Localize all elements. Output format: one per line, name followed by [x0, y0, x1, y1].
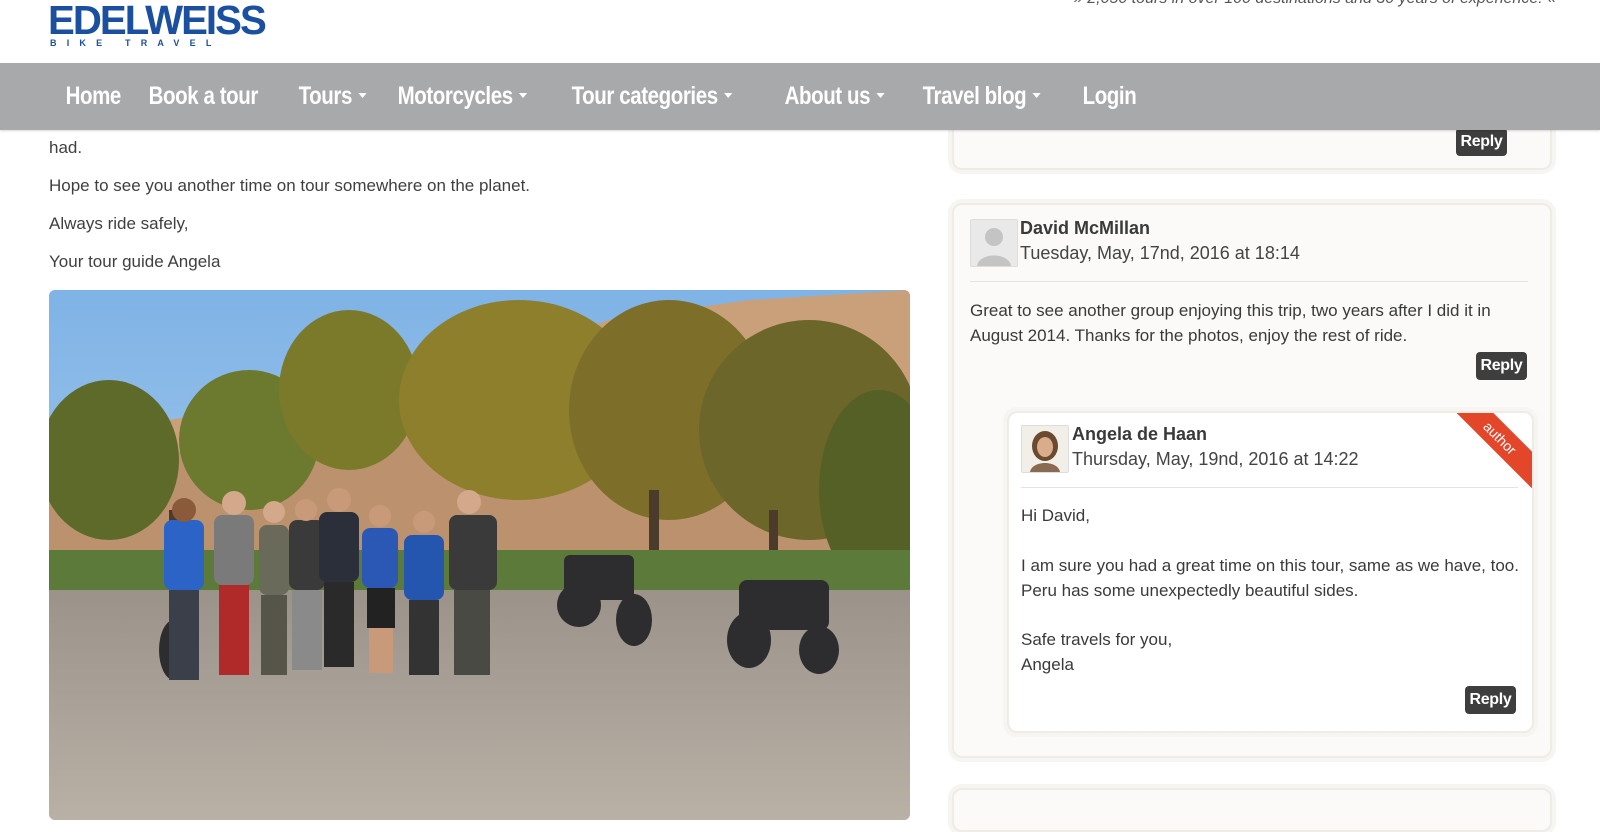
nav-item-tour-categories[interactable]: Tour categories	[556, 82, 748, 111]
nav-label: Travel blog	[922, 82, 1027, 110]
comment-text: I am sure you had a great time on this t…	[1021, 556, 1519, 600]
article-signature: Your tour guide Angela	[49, 252, 221, 271]
nav-item-login[interactable]: Login	[1067, 82, 1152, 111]
comment-text: Great to see another group enjoying this…	[970, 301, 1491, 345]
caret-down-icon	[724, 92, 733, 98]
reply-button[interactable]: Reply	[1476, 352, 1527, 380]
comment-author: Angela de Haan	[1072, 424, 1208, 444]
site-header: EDELWEISS BIKE TRAVEL » 2,050 tours in o…	[0, 0, 1600, 63]
edelweiss-logo[interactable]: EDELWEISS BIKE TRAVEL	[48, 0, 267, 52]
nav-label: Home	[65, 82, 122, 110]
nav-label: About us	[784, 82, 870, 110]
nav-item-motorcycles[interactable]: Motorcycles	[382, 82, 543, 111]
comment-card-angela: author Angela de Haan Thursday, May, 19n…	[1007, 411, 1534, 733]
nav-item-about-us[interactable]: About us	[769, 82, 900, 111]
nav-label: Tour categories	[571, 82, 719, 110]
comment-date: Thursday, May, 19nd, 2016 at 14:22	[1072, 449, 1359, 469]
nav-item-tours[interactable]: Tours	[283, 82, 382, 111]
logo-subtitle: BIKE TRAVEL	[50, 38, 222, 48]
nav-label: Book a tour	[149, 82, 259, 110]
nav-item-travel-blog[interactable]: Travel blog	[907, 82, 1057, 111]
comment-closing: Safe travels for you,	[1021, 630, 1173, 649]
caret-down-icon	[1032, 92, 1041, 98]
comment-divider	[970, 281, 1528, 282]
reply-button[interactable]: Reply	[1456, 128, 1507, 156]
article-paragraph: Hope to see you another time on tour som…	[49, 176, 531, 195]
nav-item-home[interactable]: Home	[50, 82, 136, 111]
comment-greeting: Hi David,	[1021, 506, 1090, 525]
caret-down-icon	[519, 92, 528, 98]
site-tagline: » 2,050 tours in over 100 destinations a…	[1074, 0, 1556, 8]
logo-wordmark: EDELWEISS	[48, 0, 267, 43]
nav-label: Tours	[298, 82, 352, 110]
reply-button[interactable]: Reply	[1465, 686, 1516, 714]
caret-down-icon	[876, 92, 885, 98]
main-navigation: Home Book a tour Tours Motorcycles Tour …	[0, 63, 1600, 130]
nav-label: Login	[1082, 82, 1137, 110]
comment-date: Tuesday, May, 17nd, 2016 at 18:14	[1020, 243, 1300, 263]
article-paragraph: had.	[49, 138, 83, 157]
group-photo[interactable]	[49, 290, 910, 820]
nav-item-book-a-tour[interactable]: Book a tour	[133, 82, 274, 111]
article-paragraph: Always ride safely,	[49, 214, 189, 233]
avatar-placeholder-icon	[970, 219, 1018, 267]
author-badge: author	[1448, 413, 1532, 490]
comment-signature: Angela	[1021, 655, 1074, 674]
nav-label: Motorcycles	[397, 82, 514, 110]
comment-card-next	[952, 788, 1552, 832]
group-photo-image	[49, 290, 910, 820]
comment-divider	[1021, 487, 1518, 488]
caret-down-icon	[358, 92, 367, 98]
avatar	[1021, 425, 1069, 473]
comment-author: David McMillan	[1020, 218, 1151, 238]
